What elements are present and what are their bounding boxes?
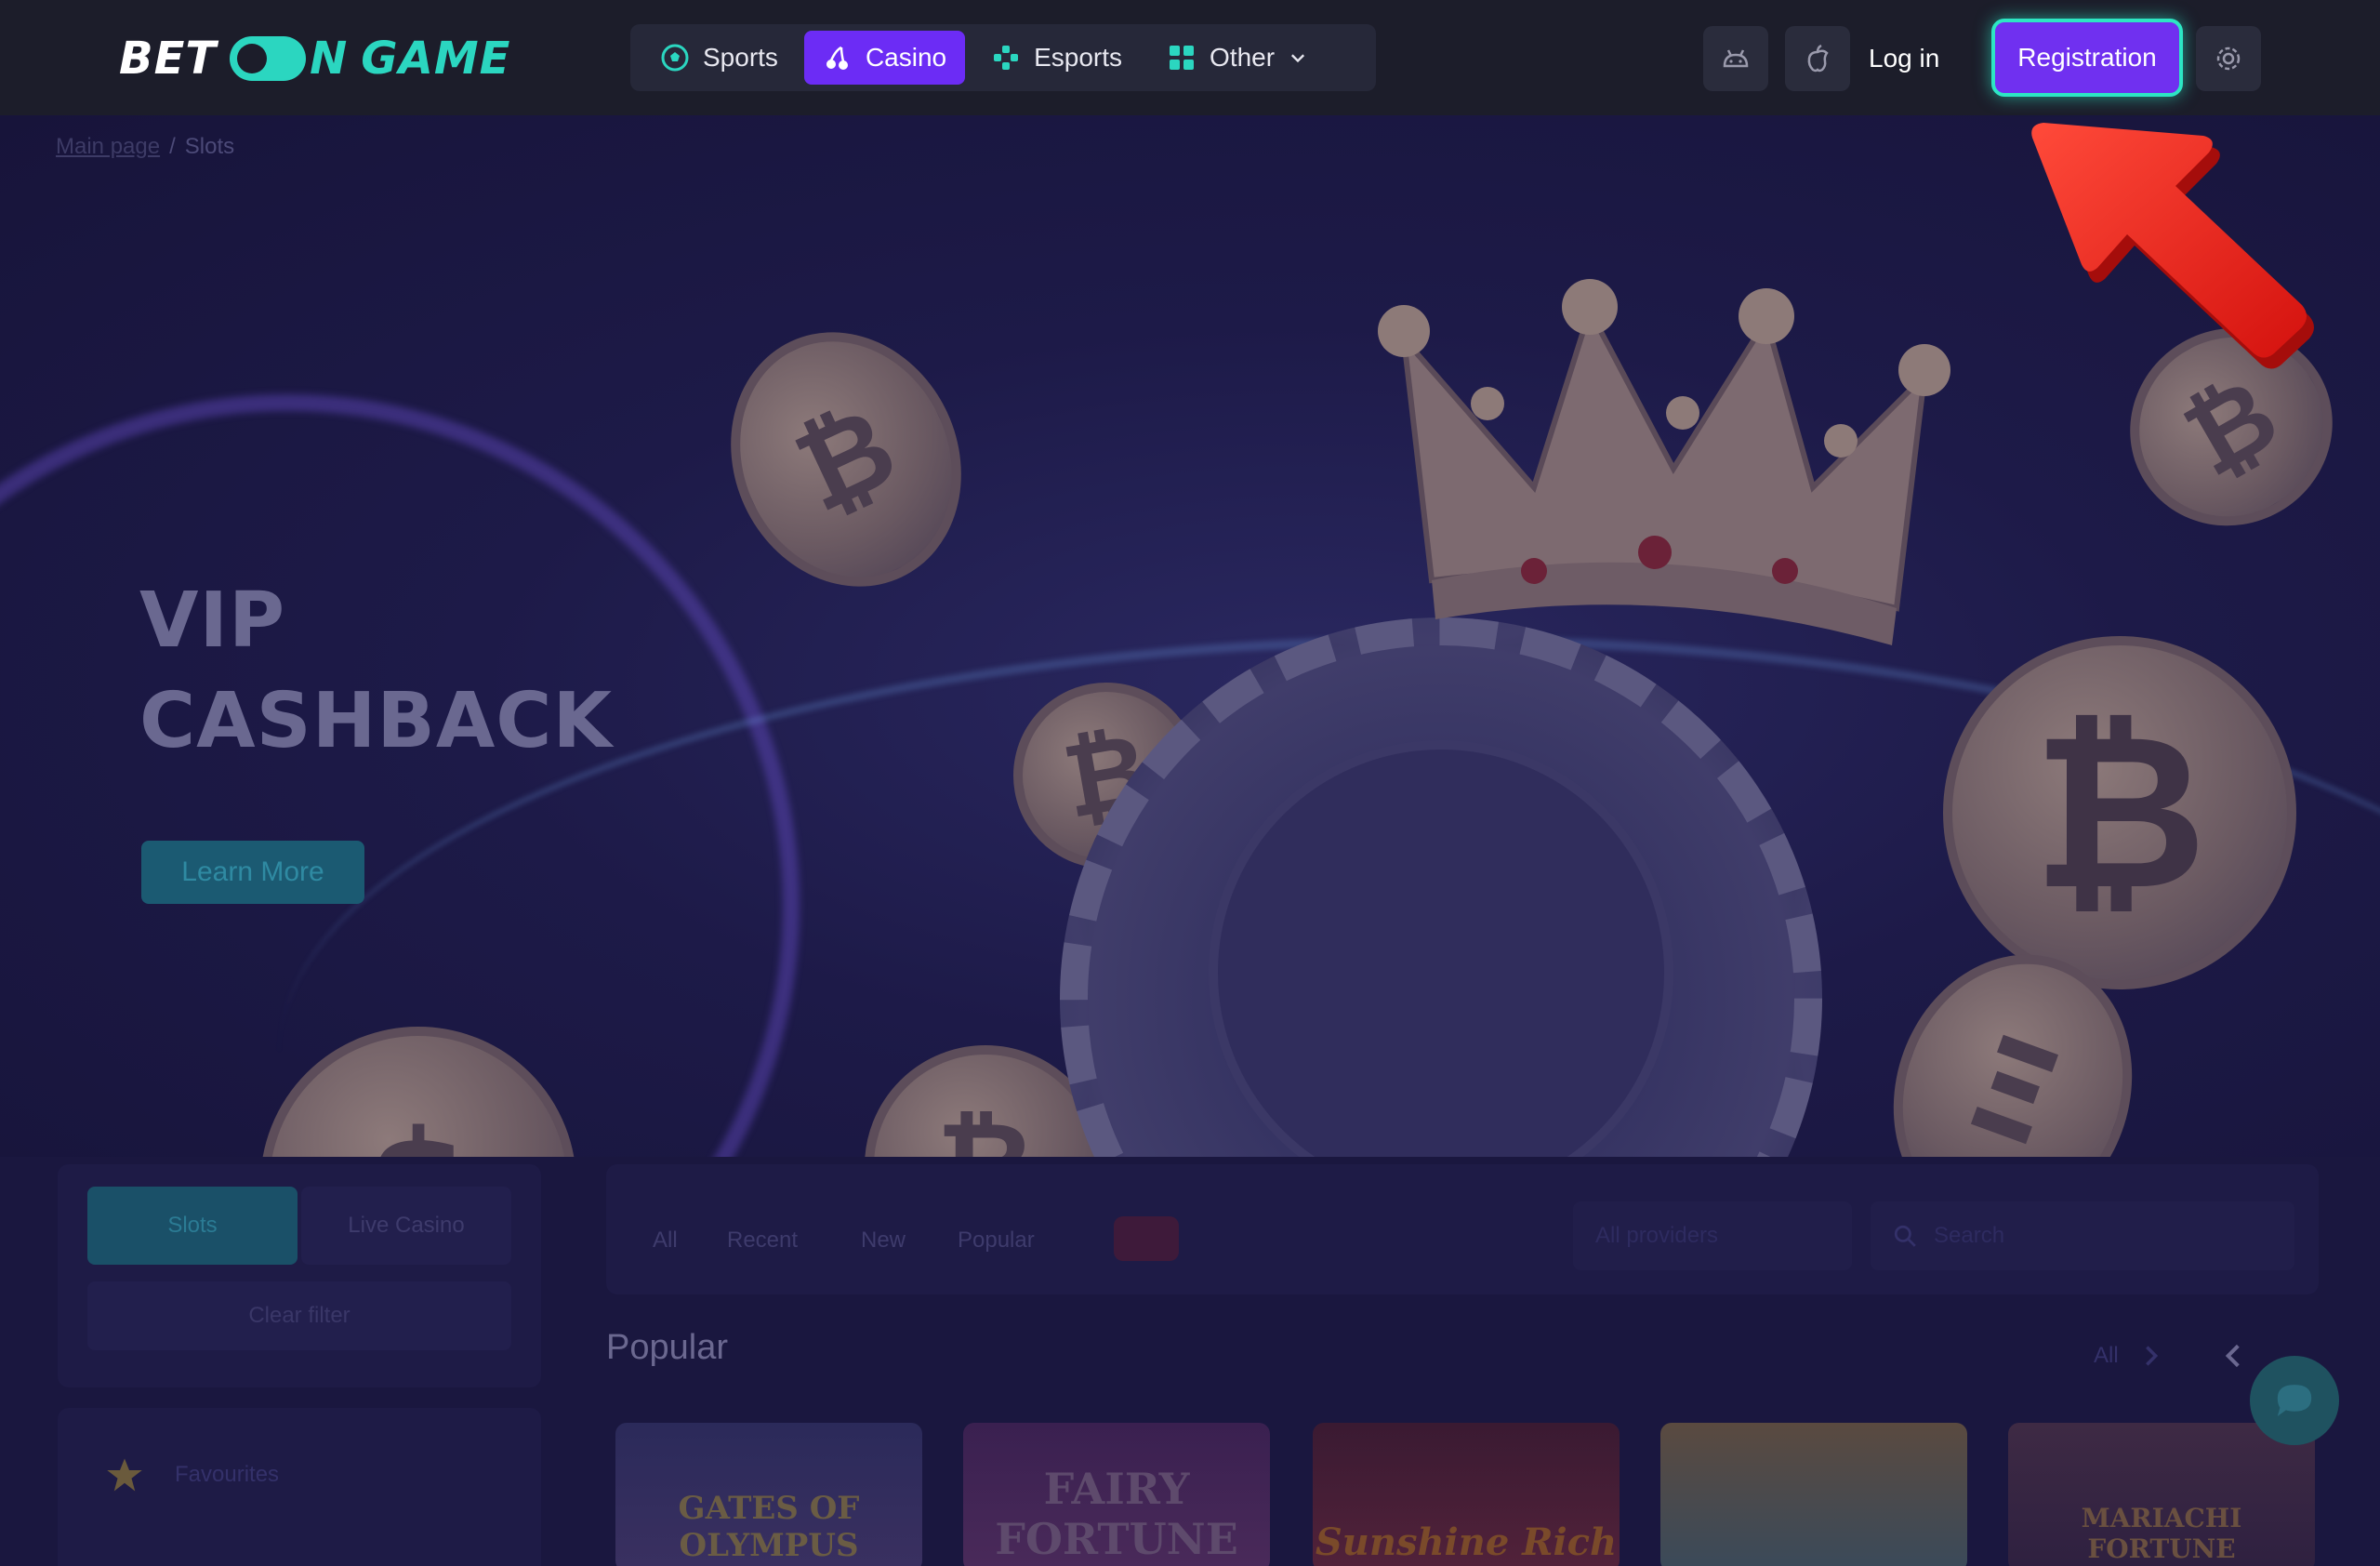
hero-banner: Main page / Slots ₿ ₿ ₿ Ξ ₿ $ ₿ VIP CASH…: [0, 115, 2380, 1157]
filter-tab-new[interactable]: New: [861, 1228, 906, 1254]
settings-button[interactable]: [2196, 26, 2261, 91]
breadcrumb-current: Slots: [184, 134, 235, 159]
providers-select[interactable]: All providers: [1573, 1201, 1852, 1270]
nav-label-sports: Sports: [703, 43, 778, 72]
star-icon: [107, 1458, 142, 1492]
hot-badge-icon[interactable]: [1114, 1216, 1179, 1261]
coin-image: $: [260, 1027, 576, 1157]
see-all-link[interactable]: All: [2094, 1343, 2119, 1369]
login-link[interactable]: Log in: [1869, 26, 1939, 91]
gear-icon: [2216, 46, 2241, 71]
casino-page: BET N GAME Sports Casino Esports Other L…: [0, 0, 2380, 1566]
providers-label: All providers: [1595, 1223, 1719, 1248]
android-icon: [1723, 49, 1749, 68]
nav-item-casino[interactable]: Casino: [803, 31, 966, 85]
chat-bubble-icon: [2277, 1385, 2312, 1416]
logo-bet: BET: [119, 33, 218, 85]
game-card-sunshine-rich[interactable]: Sunshine Rich: [1313, 1423, 1620, 1566]
game-lobby: Slots Live Casino Clear filter Favourite…: [0, 1157, 2380, 1566]
carousel-prev-icon[interactable]: [2218, 1341, 2248, 1371]
nav-label-other: Other: [1210, 43, 1276, 72]
clear-filter-button[interactable]: Clear filter: [87, 1281, 511, 1350]
android-app-button[interactable]: [1703, 26, 1768, 91]
game-card-fairy-fortune[interactable]: FAIRY FORTUNE: [963, 1423, 1270, 1566]
game-card-mariachi-fortune[interactable]: MARIACHI FORTUNE: [2008, 1423, 2315, 1566]
hero-title-line1: VIP: [139, 577, 286, 665]
breadcrumb: Main page / Slots: [56, 134, 234, 160]
section-title-popular: Popular: [606, 1328, 728, 1367]
brand-logo[interactable]: BET N GAME: [119, 32, 510, 86]
category-live-casino[interactable]: Live Casino: [301, 1187, 511, 1265]
category-panel: Slots Live Casino Clear filter: [58, 1164, 541, 1387]
game-title: FAIRY FORTUNE: [995, 1464, 1238, 1564]
search-field[interactable]: Search: [1871, 1201, 2294, 1270]
nav-item-esports[interactable]: Esports: [972, 31, 1141, 85]
filter-bar: All Recent New Popular All providers Sea…: [606, 1164, 2319, 1294]
registration-button[interactable]: Registration: [1991, 19, 2183, 97]
breadcrumb-separator: /: [169, 134, 176, 159]
nav-item-sports[interactable]: Sports: [641, 31, 797, 85]
ios-app-button[interactable]: [1785, 26, 1850, 91]
bitcoin-coin-image: ₿: [1943, 636, 2296, 989]
chevron-down-icon: [1291, 54, 1305, 63]
search-icon: [1894, 1225, 1916, 1247]
top-header: BET N GAME Sports Casino Esports Other L…: [0, 0, 2380, 115]
apple-icon: [1807, 44, 1829, 73]
filter-tab-all[interactable]: All: [653, 1228, 678, 1254]
grid-icon: [1170, 46, 1195, 70]
favourites-label[interactable]: Favourites: [175, 1462, 279, 1488]
logo-game: GAME: [361, 33, 511, 85]
red-arrow-annotation: [2031, 123, 2314, 369]
category-slots[interactable]: Slots: [87, 1187, 298, 1265]
game-title: Sunshine Rich: [1315, 1520, 1618, 1564]
filter-tab-popular[interactable]: Popular: [958, 1228, 1035, 1254]
coin-image: ₿: [690, 294, 1002, 625]
logo-on: N: [310, 33, 349, 85]
gamepad-icon: [994, 46, 1019, 70]
main-nav: Sports Casino Esports Other: [630, 24, 1376, 91]
favourites-panel: Favourites: [58, 1408, 541, 1566]
soccer-ball-icon: [661, 44, 689, 72]
hero-title: VIP CASHBACK: [139, 571, 613, 772]
breadcrumb-home[interactable]: Main page: [56, 134, 160, 160]
game-card-gates-of-olympus[interactable]: GATES OF OLYMPUS: [615, 1423, 922, 1566]
cherries-icon: [826, 46, 848, 70]
hero-title-line2: CASHBACK: [139, 677, 614, 765]
game-title: GATES OF OLYMPUS: [678, 1490, 860, 1564]
nav-item-other[interactable]: Other: [1148, 31, 1327, 85]
search-input[interactable]: Search: [1934, 1223, 2004, 1249]
nav-label-casino: Casino: [865, 43, 947, 72]
nav-label-esports: Esports: [1034, 43, 1123, 72]
game-title: MARIACHI FORTUNE: [2081, 1503, 2242, 1564]
filter-tab-recent[interactable]: Recent: [727, 1228, 798, 1254]
logo-toggle-icon: [230, 36, 307, 81]
chat-button[interactable]: [2250, 1356, 2339, 1445]
crown-image: [1378, 279, 1950, 645]
learn-more-button[interactable]: Learn More: [141, 841, 364, 904]
chevron-right-icon[interactable]: [2138, 1343, 2164, 1369]
game-card[interactable]: [1660, 1423, 1967, 1566]
